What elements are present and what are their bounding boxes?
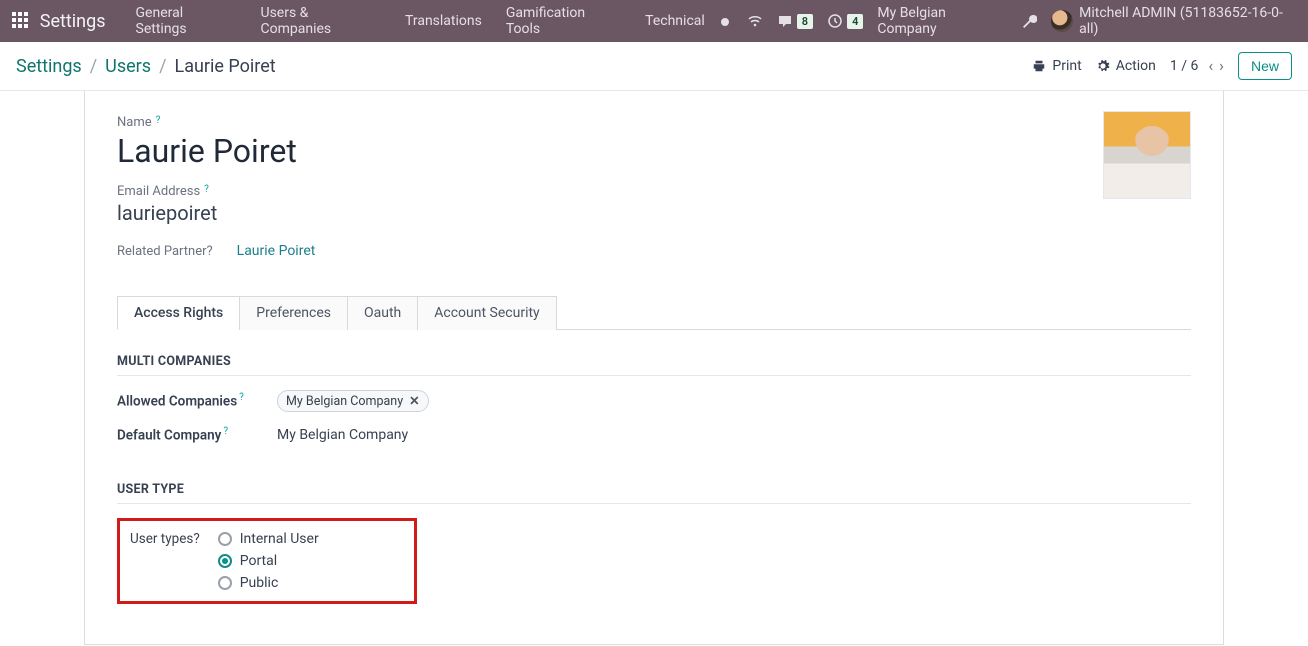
menu-users-companies[interactable]: Users & Companies xyxy=(248,0,393,42)
help-icon[interactable]: ? xyxy=(193,531,199,547)
apps-icon[interactable] xyxy=(12,12,30,30)
breadcrumb-sep: / xyxy=(159,56,166,77)
tab-account-security[interactable]: Account Security xyxy=(417,296,556,330)
messages-badge: 8 xyxy=(797,14,813,29)
radio-public[interactable]: Public xyxy=(218,575,319,591)
breadcrumb-current: Laurie Poiret xyxy=(175,56,276,77)
gear-icon xyxy=(1096,59,1110,73)
user-type-radios: Internal User Portal Public xyxy=(218,531,319,591)
action-button[interactable]: Action xyxy=(1096,58,1156,74)
company-tag[interactable]: My Belgian Company ✕ xyxy=(277,390,429,412)
printer-icon xyxy=(1032,59,1046,73)
allowed-companies-label: Allowed Companies? xyxy=(117,392,257,410)
section-multi-companies: MULTI COMPANIES Allowed Companies? My Be… xyxy=(85,330,1223,444)
menu-technical[interactable]: Technical xyxy=(633,0,717,42)
control-bar-right: Print Action 1 / 6 ‹ › New xyxy=(1032,52,1292,80)
tab-oauth[interactable]: Oauth xyxy=(347,296,418,330)
section-user-type: USER TYPE User types? Internal User Port… xyxy=(85,458,1223,604)
wrench-icon[interactable] xyxy=(1021,13,1037,29)
help-icon[interactable]: ? xyxy=(156,115,161,126)
avatar-icon xyxy=(1051,10,1073,32)
email-label: Email Address? xyxy=(117,184,1191,199)
messages-icon[interactable]: 8 xyxy=(777,13,813,29)
pager-text: 1 / 6 xyxy=(1170,58,1198,74)
topbar-right: 8 4 My Belgian Company Mitchell ADMIN (5… xyxy=(717,5,1300,37)
clock-icon[interactable]: 4 xyxy=(827,13,863,29)
action-label: Action xyxy=(1116,58,1156,74)
activities-badge: 4 xyxy=(847,14,863,29)
remove-tag-icon[interactable]: ✕ xyxy=(409,393,419,409)
control-bar: Settings / Users / Laurie Poiret Print A… xyxy=(0,42,1308,91)
menu-gamification-tools[interactable]: Gamification Tools xyxy=(494,0,633,42)
company-tag-label: My Belgian Company xyxy=(286,394,403,409)
radio-label: Portal xyxy=(240,553,277,569)
tab-preferences[interactable]: Preferences xyxy=(239,296,348,330)
topbar-left: Settings General Settings Users & Compan… xyxy=(8,0,717,42)
top-menu-bar: Settings General Settings Users & Compan… xyxy=(0,0,1308,42)
pager-prev[interactable]: ‹ xyxy=(1208,58,1213,74)
radio-icon xyxy=(218,554,232,568)
user-menu[interactable]: Mitchell ADMIN (51183652-16-0-all) xyxy=(1051,5,1300,37)
menu-translations[interactable]: Translations xyxy=(393,0,494,42)
default-company-value[interactable]: My Belgian Company xyxy=(277,427,408,443)
breadcrumb-users[interactable]: Users xyxy=(105,56,151,77)
module-title[interactable]: Settings xyxy=(40,11,106,32)
user-name: Mitchell ADMIN (51183652-16-0-all) xyxy=(1079,5,1300,37)
name-label: Name? xyxy=(117,115,1191,130)
user-types-label: User types? xyxy=(130,529,200,547)
wifi-icon[interactable] xyxy=(747,13,763,29)
bug-icon[interactable] xyxy=(717,13,733,29)
tab-access-rights[interactable]: Access Rights xyxy=(117,296,240,330)
radio-portal[interactable]: Portal xyxy=(218,553,319,569)
new-button[interactable]: New xyxy=(1238,52,1292,80)
radio-internal-user[interactable]: Internal User xyxy=(218,531,319,547)
pager-next[interactable]: › xyxy=(1219,58,1224,74)
radio-icon xyxy=(218,532,232,546)
breadcrumb: Settings / Users / Laurie Poiret xyxy=(16,56,276,77)
default-company-label: Default Company? xyxy=(117,426,257,444)
form-sheet: Name? Laurie Poiret Email Address? lauri… xyxy=(84,91,1224,645)
pager: 1 / 6 ‹ › xyxy=(1170,58,1224,74)
name-value[interactable]: Laurie Poiret xyxy=(117,132,1191,170)
print-button[interactable]: Print xyxy=(1032,58,1081,74)
help-icon[interactable]: ? xyxy=(204,184,209,195)
radio-label: Internal User xyxy=(240,531,319,547)
email-value[interactable]: lauriepoiret xyxy=(117,201,1191,225)
section-title-user-type: USER TYPE xyxy=(117,482,1191,504)
section-title-multi-companies: MULTI COMPANIES xyxy=(117,354,1191,376)
print-label: Print xyxy=(1052,58,1081,74)
menu-general-settings[interactable]: General Settings xyxy=(124,0,249,42)
related-partner-link[interactable]: Laurie Poiret xyxy=(237,243,316,259)
user-avatar[interactable] xyxy=(1103,111,1191,199)
help-icon[interactable]: ? xyxy=(207,244,213,259)
form-tabs: Access Rights Preferences Oauth Account … xyxy=(117,295,1191,330)
highlight-usertype: User types? Internal User Portal xyxy=(117,518,417,604)
breadcrumb-sep: / xyxy=(90,56,97,77)
help-icon[interactable]: ? xyxy=(239,392,244,403)
radio-icon xyxy=(218,576,232,590)
company-selector[interactable]: My Belgian Company xyxy=(877,5,1007,37)
breadcrumb-settings[interactable]: Settings xyxy=(16,56,82,77)
radio-label: Public xyxy=(240,575,279,591)
help-icon[interactable]: ? xyxy=(223,426,228,437)
related-partner-label: Related Partner? xyxy=(117,244,213,259)
